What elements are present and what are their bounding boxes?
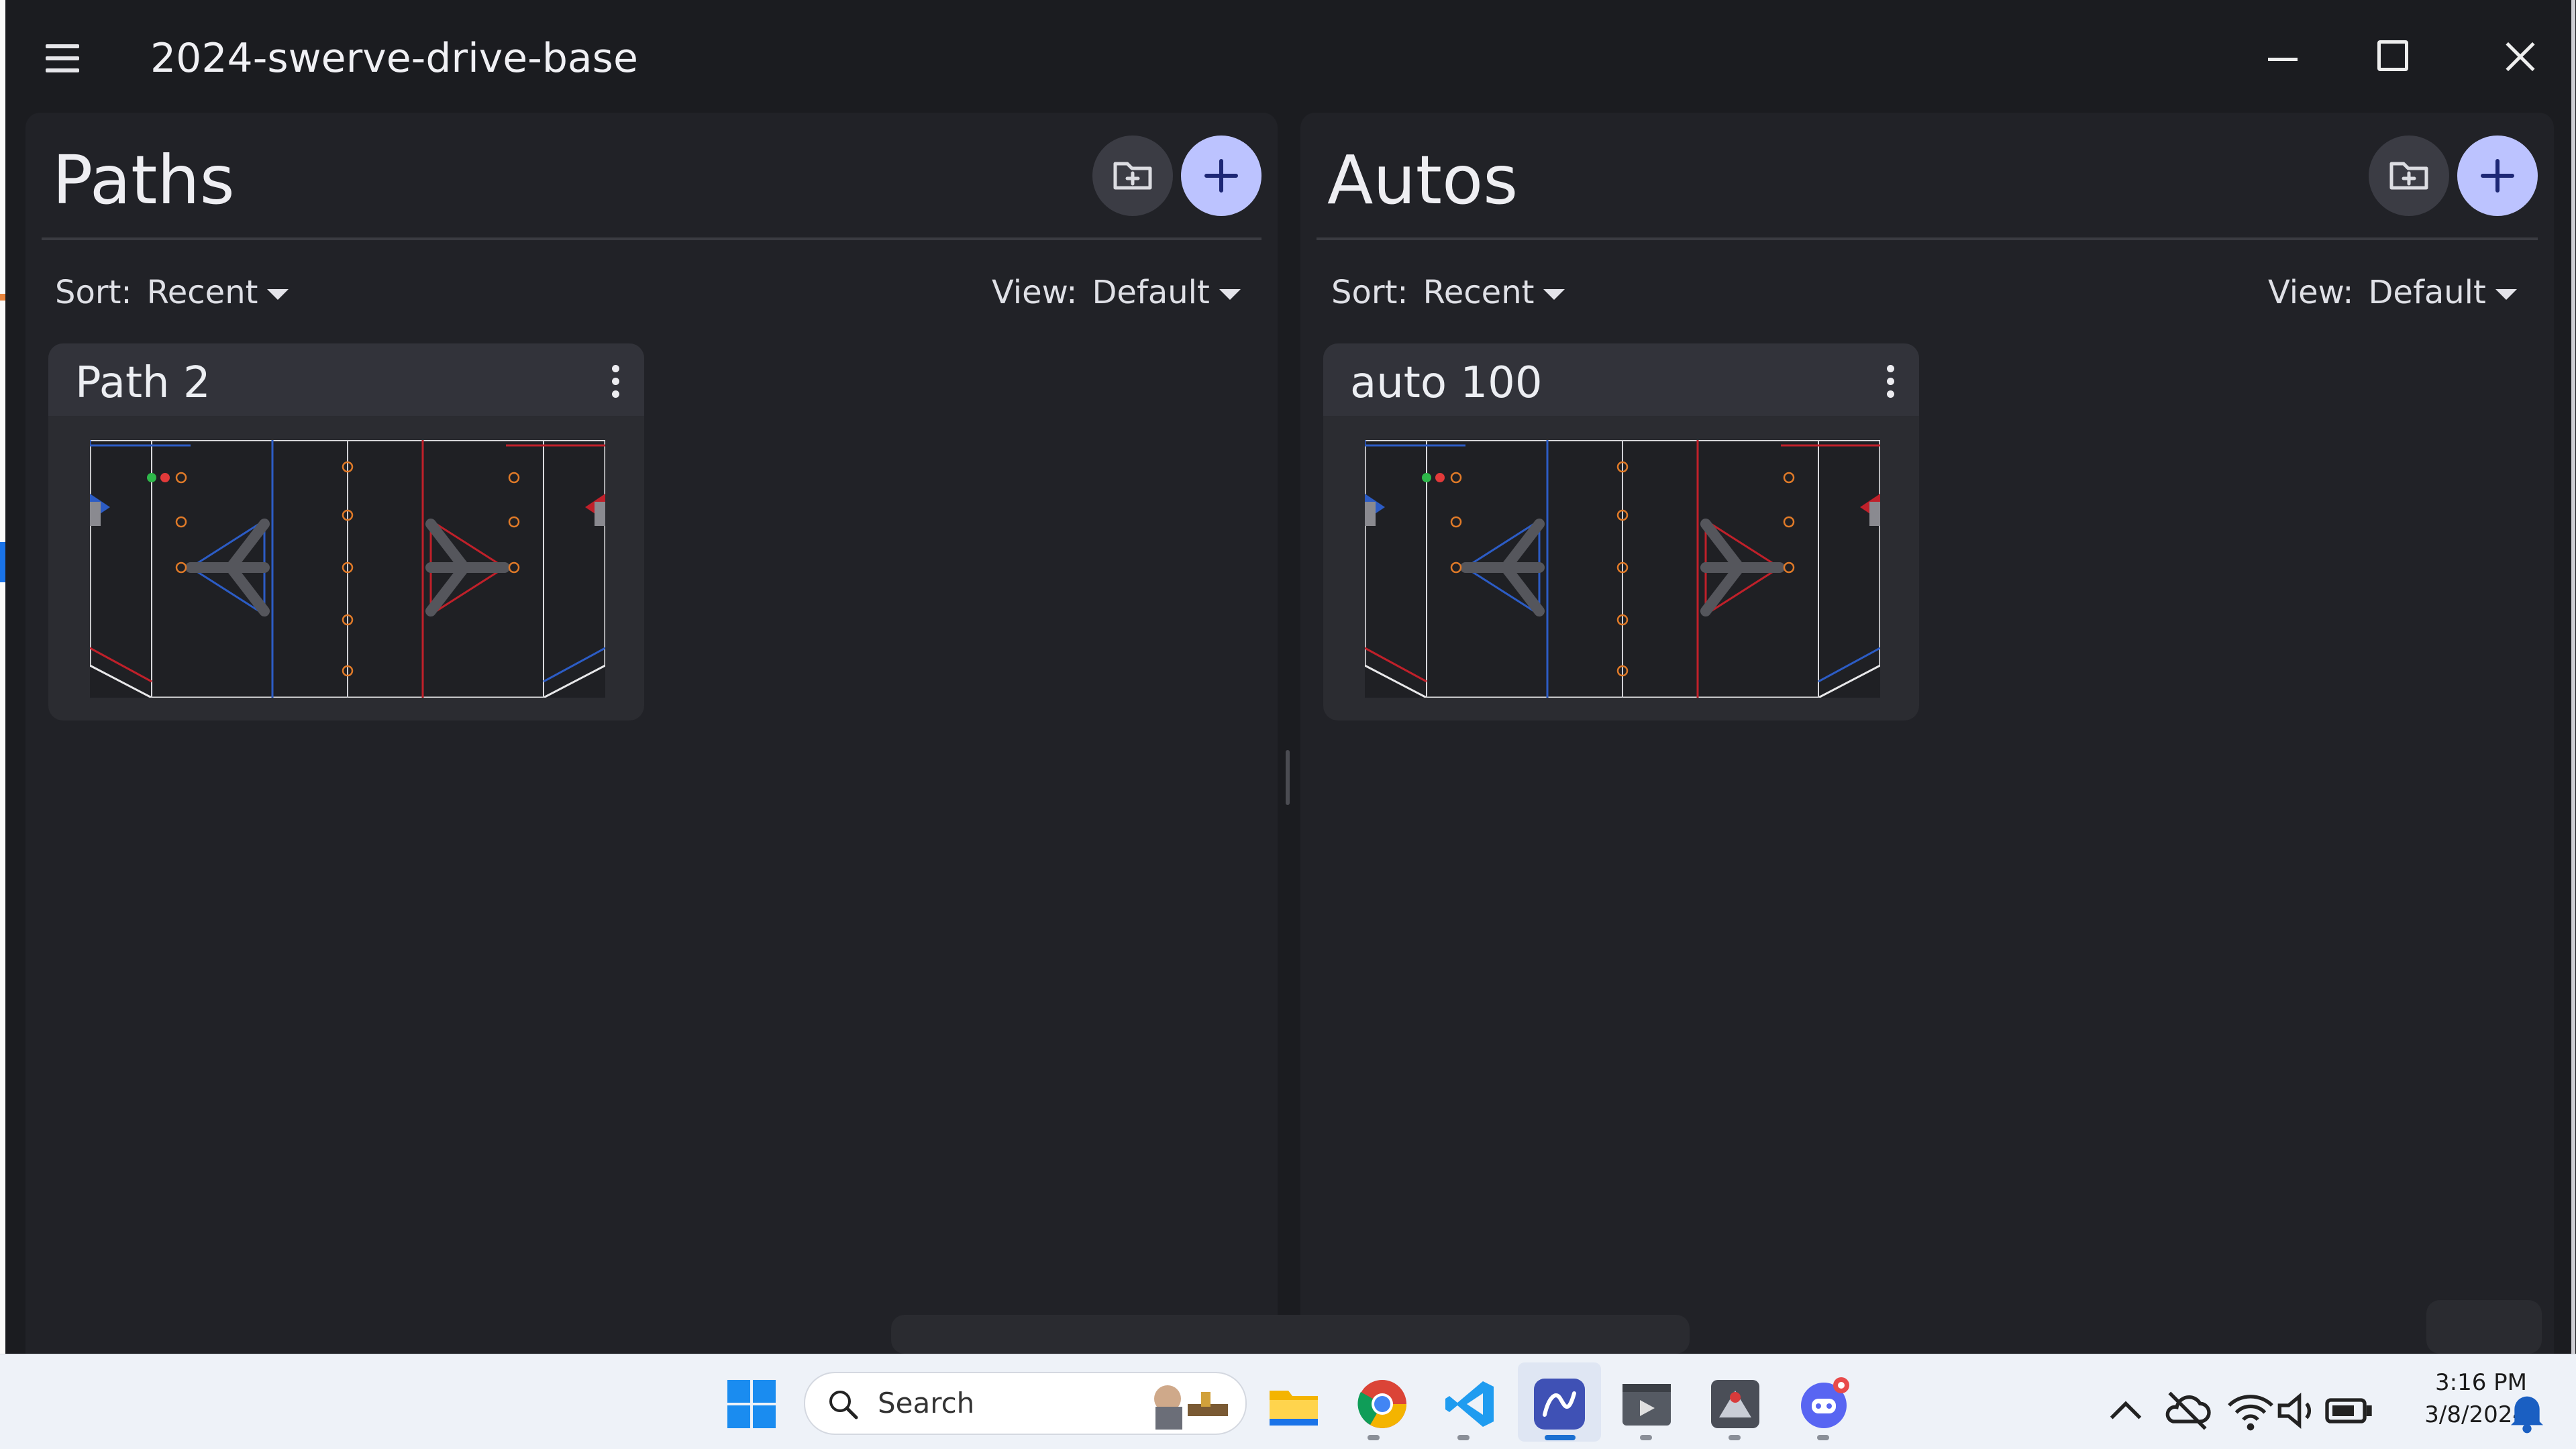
minimize-button[interactable] bbox=[2253, 27, 2314, 87]
discord-icon[interactable] bbox=[1797, 1377, 1851, 1431]
view-value: Default bbox=[1092, 274, 1210, 311]
maximize-button[interactable] bbox=[2364, 27, 2424, 87]
autos-panel: Autos Sort: Recent View: Default auto 100 bbox=[1300, 113, 2554, 1354]
add-path-button[interactable] bbox=[1181, 136, 1261, 216]
search-placeholder: Search bbox=[878, 1387, 975, 1419]
view-value: Default bbox=[2368, 274, 2486, 311]
running-indicator bbox=[1457, 1435, 1470, 1440]
sort-label: Sort: bbox=[55, 274, 132, 311]
sort-dropdown[interactable]: Sort: Recent bbox=[1331, 274, 1565, 311]
caret-down-icon bbox=[2495, 289, 2517, 300]
file-explorer-icon[interactable] bbox=[1267, 1377, 1321, 1431]
running-indicator bbox=[1640, 1435, 1652, 1440]
windows-start-icon[interactable] bbox=[725, 1377, 778, 1431]
field-preview-image bbox=[90, 440, 605, 698]
java-app-icon[interactable] bbox=[1708, 1377, 1762, 1431]
sort-label: Sort: bbox=[1331, 274, 1408, 311]
card-header: auto 100 bbox=[1323, 343, 1919, 416]
wifi-icon[interactable] bbox=[2224, 1384, 2277, 1438]
paths-title: Paths bbox=[52, 141, 235, 219]
add-auto-button[interactable] bbox=[2457, 136, 2538, 216]
taskbar-search[interactable]: Search bbox=[804, 1372, 1247, 1435]
paths-panel: Paths Sort: Recent View: Default Path 2 bbox=[25, 113, 1278, 1354]
project-title: 2024-swerve-drive-base bbox=[150, 35, 638, 82]
view-label: View: bbox=[2268, 274, 2354, 311]
more-options-icon[interactable] bbox=[1880, 364, 1900, 400]
search-highlight-icon bbox=[1154, 1385, 1228, 1430]
sort-dropdown[interactable]: Sort: Recent bbox=[55, 274, 289, 311]
caret-down-icon bbox=[1543, 289, 1565, 300]
running-indicator bbox=[1729, 1435, 1741, 1440]
running-indicator bbox=[1817, 1435, 1829, 1440]
more-options-icon[interactable] bbox=[605, 364, 625, 400]
bottom-sheet-handle bbox=[891, 1315, 1690, 1354]
app-window: 2024-swerve-drive-base Paths Sort: Recent… bbox=[5, 0, 2575, 1354]
caret-down-icon bbox=[1219, 289, 1241, 300]
folder-add-icon bbox=[1113, 162, 1152, 190]
running-indicator bbox=[1368, 1435, 1380, 1440]
path-card[interactable]: Path 2 bbox=[48, 343, 644, 720]
path-name: Path 2 bbox=[75, 358, 211, 408]
plus-icon bbox=[2481, 159, 2514, 193]
caret-down-icon bbox=[267, 289, 289, 300]
floating-action-button[interactable] bbox=[2426, 1300, 2542, 1354]
notification-bell-icon[interactable] bbox=[2500, 1384, 2554, 1438]
view-label: View: bbox=[992, 274, 1078, 311]
panel-divider bbox=[1317, 237, 2538, 240]
battery-icon[interactable] bbox=[2322, 1384, 2375, 1438]
panel-resize-handle[interactable] bbox=[1286, 750, 1290, 805]
volume-icon[interactable] bbox=[2271, 1384, 2324, 1438]
sort-value: Recent bbox=[1423, 274, 1535, 311]
desktop-edge bbox=[0, 0, 5, 1354]
windows-taskbar: Search 3:16 PM 3/8/2024 bbox=[0, 1354, 2576, 1449]
vscode-icon[interactable] bbox=[1444, 1377, 1498, 1431]
folder-add-icon bbox=[2389, 162, 2428, 190]
new-auto-folder-button[interactable] bbox=[2369, 136, 2449, 216]
plus-icon bbox=[1204, 159, 1238, 193]
chrome-icon[interactable] bbox=[1355, 1377, 1409, 1431]
active-indicator bbox=[1545, 1435, 1576, 1440]
search-icon bbox=[829, 1391, 858, 1419]
sort-value: Recent bbox=[146, 274, 258, 311]
new-path-folder-button[interactable] bbox=[1092, 136, 1173, 216]
view-dropdown[interactable]: View: Default bbox=[2268, 274, 2517, 311]
title-bar: 2024-swerve-drive-base bbox=[5, 0, 2571, 114]
card-header: Path 2 bbox=[48, 343, 644, 416]
pathplanner-icon[interactable] bbox=[1533, 1377, 1586, 1431]
view-dropdown[interactable]: View: Default bbox=[992, 274, 1241, 311]
cloud-offline-icon[interactable] bbox=[2161, 1384, 2214, 1438]
panel-divider bbox=[42, 237, 1261, 240]
auto-name: auto 100 bbox=[1350, 358, 1543, 408]
field-preview-image bbox=[1365, 440, 1880, 698]
terminal-app-icon[interactable] bbox=[1620, 1377, 1673, 1431]
autos-title: Autos bbox=[1327, 141, 1518, 219]
chevron-up-icon[interactable] bbox=[2099, 1384, 2153, 1438]
hamburger-menu-icon[interactable] bbox=[40, 39, 85, 76]
close-button[interactable] bbox=[2488, 27, 2548, 87]
auto-card[interactable]: auto 100 bbox=[1323, 343, 1919, 720]
